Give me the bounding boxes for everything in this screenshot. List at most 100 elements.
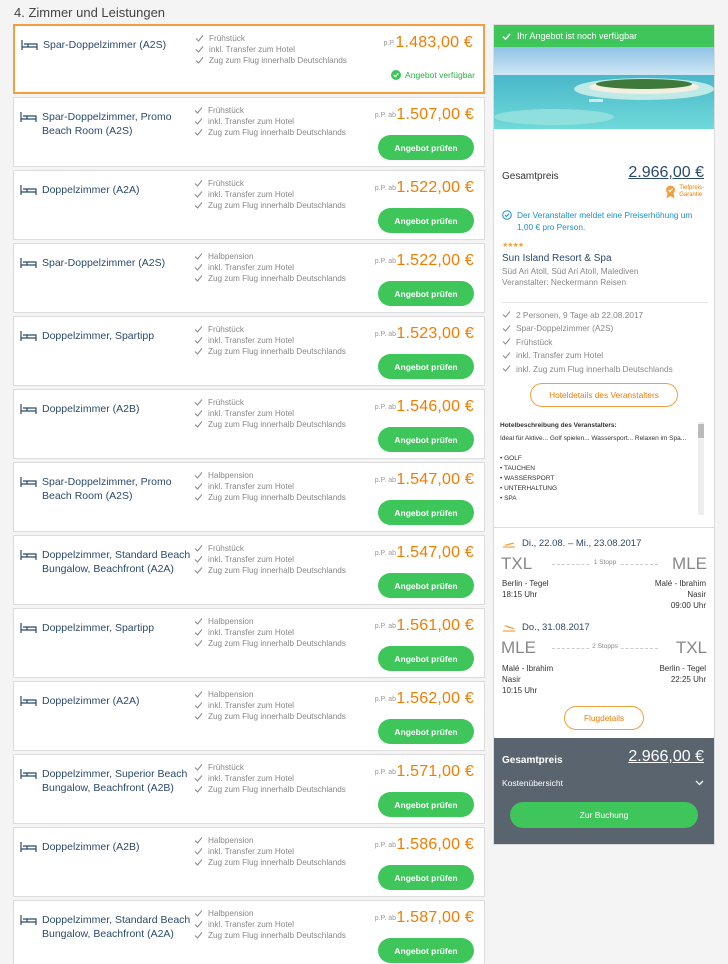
checkout-footer: Gesamtpreis 2.966,00 € Kostenübersicht Z…	[494, 738, 714, 844]
offer-list: Spar-Doppelzimmer (A2S) Frühstück inkl. T…	[13, 24, 485, 964]
room-name: Spar-Doppelzimmer, Promo Beach Room (A2S…	[42, 111, 172, 137]
room-name: Doppelzimmer (A2A)	[42, 695, 140, 707]
summary-item: 2 Personen, 9 Tage ab 22.08.2017	[502, 308, 673, 322]
description-title: Hotelbeschreibung des Veranstalters:	[500, 422, 617, 429]
offer-price: 1.483,00 €	[395, 34, 473, 51]
outbound-arrival: Malé - Ibrahim Nasir 09:00 Uhr	[655, 578, 706, 611]
feature-item: Frühstück	[194, 397, 346, 408]
feature-item: inkl. Transfer zum Hotel	[194, 116, 346, 127]
return-arrival: Berlin - Tegel 22:25 Uhr	[659, 663, 706, 685]
hotel-details-button[interactable]: Hoteldetails des Veranstalters	[530, 383, 678, 407]
offer-price: 1.522,00 €	[396, 252, 474, 269]
price-per-person-note: p.P. ab	[374, 477, 396, 484]
feature-item: Zug zum Flug innerhalb Deutschlands	[194, 346, 346, 357]
feature-list: Frühstück inkl. Transfer zum Hotel Zug zum…	[194, 762, 346, 795]
check-offer-button[interactable]: Angebot prüfen	[378, 354, 474, 379]
price-per-person-note: p.P. ab	[374, 112, 396, 119]
bed-icon	[20, 915, 37, 925]
hotel-photo[interactable]	[494, 47, 714, 129]
room-name: Doppelzimmer, Standard Beach Bungalow, B…	[42, 914, 191, 940]
offer-card[interactable]: Doppelzimmer (A2A) Halbpension inkl. Tran…	[13, 681, 485, 751]
hotel-location: Süd Ari Atoll, Süd Ari Atoll, Malediven …	[502, 266, 639, 288]
price-per-person-note: p.P. ab	[374, 842, 396, 849]
return-from-code: MLE	[501, 638, 536, 657]
check-offer-button[interactable]: Angebot prüfen	[378, 427, 474, 452]
check-offer-button[interactable]: Angebot prüfen	[378, 135, 474, 160]
offer-card[interactable]: Spar-Doppelzimmer (A2S) Halbpension inkl.…	[13, 243, 485, 313]
feature-list: Halbpension inkl. Transfer zum Hotel Zug z…	[194, 470, 346, 503]
low-price-guarantee-badge: Tiefpreis- Garantie	[665, 185, 704, 199]
flight-details-button[interactable]: Flugdetails	[564, 706, 644, 730]
offer-card[interactable]: Spar-Doppelzimmer (A2S) Frühstück inkl. T…	[13, 24, 485, 94]
check-offer-button[interactable]: Angebot prüfen	[378, 281, 474, 306]
check-offer-button[interactable]: Angebot prüfen	[378, 792, 474, 817]
chevron-down-icon[interactable]	[695, 780, 704, 786]
feature-item: inkl. Transfer zum Hotel	[194, 554, 346, 565]
offer-card[interactable]: Doppelzimmer (A2B) Halbpension inkl. Tran…	[13, 827, 485, 897]
return-date: Do., 31.08.2017	[502, 622, 590, 633]
arrival-city: Berlin - Tegel	[659, 664, 706, 673]
feature-item: Halbpension	[194, 616, 346, 627]
room-name: Doppelzimmer (A2B)	[42, 841, 140, 853]
check-offer-button[interactable]: Angebot prüfen	[378, 938, 474, 963]
feature-item: inkl. Transfer zum Hotel	[194, 846, 346, 857]
price-per-person-note: p.P. ab	[374, 258, 396, 265]
room-name: Doppelzimmer, Superior Beach Bungalow, B…	[42, 768, 188, 794]
offer-price: 1.586,00 €	[396, 836, 474, 853]
feature-list: Halbpension inkl. Transfer zum Hotel Zug z…	[194, 616, 346, 649]
hotel-operator: Veranstalter: Neckermann Reisen	[502, 277, 627, 287]
feature-item: Frühstück	[195, 33, 347, 44]
feature-item: inkl. Transfer zum Hotel	[194, 335, 346, 346]
book-button[interactable]: Zur Buchung	[510, 802, 698, 828]
feature-item: inkl. Transfer zum Hotel	[194, 262, 346, 273]
footer-total-price[interactable]: 2.966,00 €	[628, 748, 704, 766]
price-notice-text: Der Veranstalter meldet eine Preiserhöhu…	[517, 210, 693, 232]
plane-departure-icon	[503, 542, 515, 548]
offer-card[interactable]: Doppelzimmer, Spartipp Halbpension inkl. …	[13, 608, 485, 678]
divider	[494, 527, 714, 528]
offer-card[interactable]: Spar-Doppelzimmer, Promo Beach Room (A2S…	[13, 462, 485, 532]
feature-item: inkl. Transfer zum Hotel	[195, 44, 347, 55]
room-name: Spar-Doppelzimmer (A2S)	[42, 257, 166, 269]
check-offer-button[interactable]: Angebot prüfen	[378, 573, 474, 598]
check-offer-button[interactable]: Angebot prüfen	[378, 646, 474, 671]
offer-card[interactable]: Spar-Doppelzimmer, Promo Beach Room (A2S…	[13, 97, 485, 167]
arrival-city-cont: Nasir	[687, 590, 706, 599]
check-offer-button[interactable]: Angebot prüfen	[378, 719, 474, 744]
feature-item: Frühstück	[194, 324, 346, 335]
offer-card[interactable]: Doppelzimmer, Standard Beach Bungalow, B…	[13, 900, 485, 964]
offer-card[interactable]: Doppelzimmer, Superior Beach Bungalow, B…	[13, 754, 485, 824]
check-offer-button[interactable]: Angebot prüfen	[378, 208, 474, 233]
booking-summary-list: 2 Personen, 9 Tage ab 22.08.2017 Spar-Dop…	[502, 308, 673, 376]
offer-card[interactable]: Doppelzimmer, Standard Beach Bungalow, B…	[13, 535, 485, 605]
feature-list: Frühstück inkl. Transfer zum Hotel Zug zum…	[194, 324, 346, 357]
description-scrollbar[interactable]	[698, 422, 704, 515]
check-offer-button[interactable]: Angebot prüfen	[378, 865, 474, 890]
offer-price: 1.522,00 €	[396, 179, 474, 196]
info-icon	[502, 210, 512, 220]
price-per-person-note: p.P. ab	[374, 769, 396, 776]
feature-item: Halbpension	[194, 689, 346, 700]
offer-card[interactable]: Doppelzimmer (A2A) Frühstück inkl. Transf…	[13, 170, 485, 240]
bed-icon	[20, 112, 37, 122]
offer-price: 1.507,00 €	[396, 106, 474, 123]
description-list-item: • WASSERSPORT	[500, 475, 555, 482]
room-name: Doppelzimmer, Standard Beach Bungalow, B…	[42, 549, 191, 575]
feature-list: Frühstück inkl. Transfer zum Hotel Zug zum…	[195, 33, 347, 66]
bed-icon	[20, 331, 37, 341]
cost-overview-toggle[interactable]: Kostenübersicht	[502, 778, 563, 788]
description-text: Ideal für Aktive... Golf spielen... Wass…	[500, 435, 687, 442]
summary-item: Spar-Doppelzimmer (A2S)	[502, 322, 673, 336]
departure-time: 18:15 Uhr	[502, 590, 538, 599]
price-per-person-note: p.P. ab	[374, 915, 396, 922]
feature-item: Frühstück	[194, 178, 346, 189]
departure-city: Malé - Ibrahim	[502, 664, 554, 673]
offer-card[interactable]: Doppelzimmer (A2B) Frühstück inkl. Transf…	[13, 389, 485, 459]
feature-item: Zug zum Flug innerhalb Deutschlands	[194, 492, 346, 503]
total-price[interactable]: 2.966,00 €	[628, 164, 704, 182]
feature-item: Zug zum Flug innerhalb Deutschlands	[194, 638, 346, 649]
outbound-departure: Berlin - Tegel 18:15 Uhr	[502, 578, 549, 600]
offer-card[interactable]: Doppelzimmer, Spartipp Frühstück inkl. Tr…	[13, 316, 485, 386]
feature-item: inkl. Transfer zum Hotel	[194, 408, 346, 419]
check-offer-button[interactable]: Angebot prüfen	[378, 500, 474, 525]
